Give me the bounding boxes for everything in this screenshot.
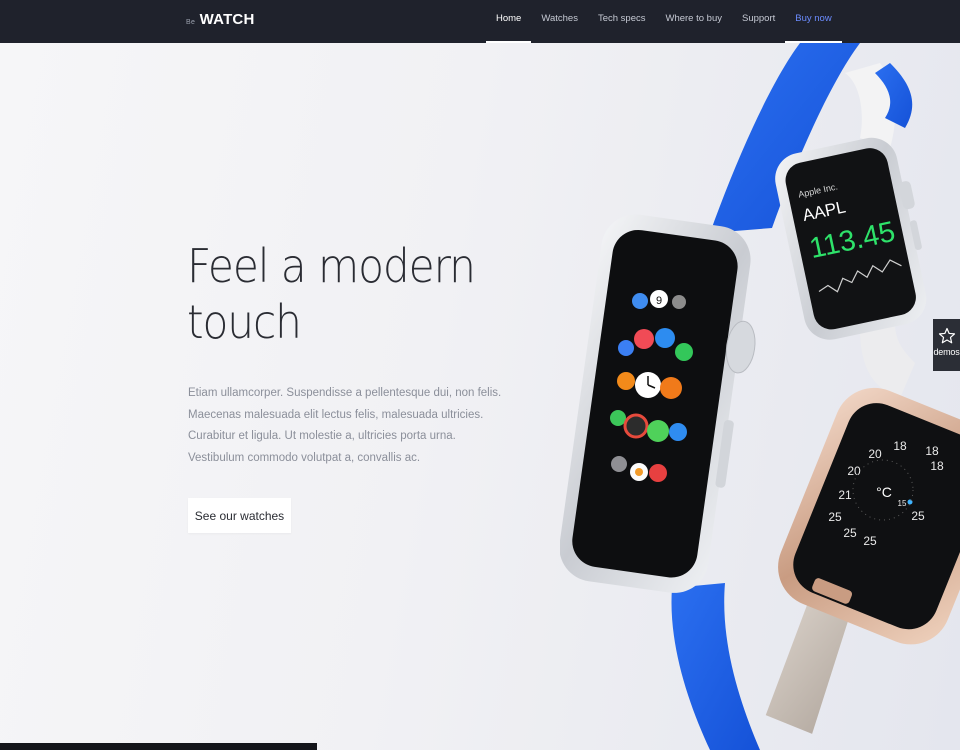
logo-prefix: Be: [186, 19, 196, 26]
bottom-status-strip: [0, 743, 317, 750]
svg-text:15: 15: [898, 499, 907, 508]
main-nav: Home Watches Tech specs Where to buy Sup…: [486, 0, 842, 43]
app-icon: [675, 343, 693, 361]
hero-description: Etiam ullamcorper. Suspendisse a pellent…: [188, 383, 502, 469]
svg-text:25: 25: [911, 509, 925, 523]
svg-text:25: 25: [843, 526, 857, 540]
app-icon: [672, 295, 686, 309]
logo-wordmark: WATCH: [199, 11, 255, 28]
app-icon: [632, 293, 648, 309]
description-line: Curabitur et ligula. Ut molestie a, ultr…: [188, 430, 456, 443]
app-icon: [660, 377, 682, 399]
demos-label: demos: [933, 347, 960, 357]
calendar-app-number: 9: [656, 295, 662, 307]
activity-app-icon: [623, 413, 649, 439]
description-line: Vestibulum commodo volutpat a, convallis…: [188, 451, 421, 464]
nav-buy-now[interactable]: Buy now: [785, 0, 842, 43]
app-icon: [669, 423, 687, 441]
star-icon: [938, 327, 955, 344]
watches-hero-image: Apple Inc. AAPL 113.45 9 18 18 18 20 20 …: [560, 43, 960, 750]
main-watch: [560, 214, 756, 593]
site-logo[interactable]: Be WATCH: [186, 11, 255, 29]
nav-tech-specs[interactable]: Tech specs: [588, 0, 656, 43]
app-icon: [649, 464, 667, 482]
temperature-unit: °C: [876, 484, 892, 500]
top-navigation-bar: Be WATCH Home Watches Tech specs Where t…: [0, 0, 960, 43]
headline-line-2: touch: [187, 295, 302, 349]
description-line: Etiam ullamcorper. Suspendisse a pellent…: [188, 387, 502, 399]
svg-text:20: 20: [847, 464, 861, 478]
nav-where-to-buy[interactable]: Where to buy: [655, 0, 732, 43]
app-icon: [611, 456, 627, 472]
nav-home[interactable]: Home: [486, 0, 532, 43]
svg-text:18: 18: [925, 444, 939, 458]
svg-text:25: 25: [828, 510, 842, 524]
svg-text:20: 20: [868, 447, 882, 461]
nav-support[interactable]: Support: [732, 0, 785, 43]
app-icon: [617, 372, 635, 390]
app-icon: [655, 328, 675, 348]
svg-text:18: 18: [893, 439, 907, 453]
app-icon: [618, 340, 634, 356]
hero-headline: Feel a modern touch: [187, 238, 491, 350]
gold-watch: [765, 387, 960, 734]
svg-text:18: 18: [930, 459, 944, 473]
app-icon: [647, 420, 669, 442]
nav-watches[interactable]: Watches: [531, 0, 588, 43]
headline-line-1: Feel a modern: [187, 239, 476, 293]
svg-text:25: 25: [863, 534, 877, 548]
app-icon: [610, 410, 626, 426]
demos-badge[interactable]: demos: [933, 319, 960, 371]
see-our-watches-button[interactable]: See our watches: [188, 498, 291, 533]
description-line: Maecenas malesuada elit lectus felis, ma…: [188, 408, 484, 421]
svg-text:21: 21: [838, 488, 852, 502]
app-icon: [634, 329, 654, 349]
